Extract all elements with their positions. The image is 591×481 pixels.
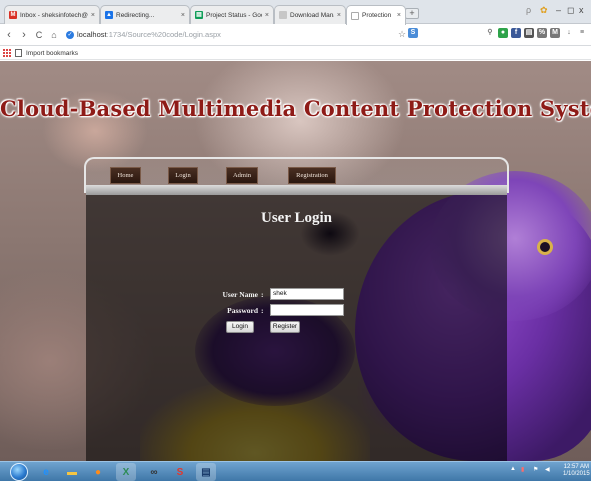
facebook-icon[interactable]: f: [511, 28, 521, 38]
menu-admin[interactable]: Admin: [226, 167, 258, 184]
tray-volume-icon[interactable]: ◀: [545, 466, 550, 473]
nav-bar: [86, 185, 507, 195]
bookmarks-bar: Import bookmarks: [0, 47, 591, 60]
import-bookmarks-link[interactable]: Import bookmarks: [26, 50, 78, 57]
clock-time: 12:57 AM: [563, 464, 590, 470]
forward-icon[interactable]: ›: [18, 29, 30, 41]
apps-icon[interactable]: [3, 49, 11, 57]
url-host: localhost: [77, 30, 107, 39]
tray-flag-icon[interactable]: ⚑: [533, 466, 538, 473]
home-icon[interactable]: ⌂: [48, 30, 60, 40]
app-infinity-icon[interactable]: ∞: [144, 463, 164, 481]
taskbar: e ▬ ● X ∞ S ▤ ▲ ▮ ⚑ ◀ 12:57 AM 1/10/2015: [0, 461, 591, 481]
menu-registration[interactable]: Registration: [288, 167, 336, 184]
tab-redirecting[interactable]: ▲ Redirecting... ×: [100, 5, 190, 24]
tab-title: Inbox - sheksinfotech@: [20, 11, 88, 19]
password-label: Password: [227, 306, 258, 315]
tab-gmail[interactable]: M Inbox - sheksinfotech@ ×: [4, 5, 100, 24]
username-label: User Name: [222, 290, 258, 299]
close-window-icon[interactable]: x: [579, 5, 584, 15]
minimize-icon[interactable]: –: [556, 5, 561, 15]
app-swirl-icon[interactable]: S: [170, 463, 190, 481]
reload-icon[interactable]: C: [33, 30, 45, 40]
tab-project-status[interactable]: ▤ Project Status - Google Sh ×: [190, 5, 274, 24]
login-button[interactable]: Login: [226, 321, 254, 333]
background-fish-eye: [537, 239, 553, 255]
password-colon: :: [261, 306, 264, 315]
bookmark-page-icon: [15, 49, 22, 57]
username-colon: :: [261, 290, 264, 299]
profile-icon[interactable]: ρ: [526, 5, 531, 15]
download-icon: [279, 11, 287, 19]
gmail-icon: M: [9, 11, 17, 19]
close-icon[interactable]: ×: [397, 12, 401, 19]
drive-icon: ▲: [105, 11, 113, 19]
tab-title: Protection: [362, 12, 392, 19]
secure-icon: ✓: [66, 30, 74, 39]
web-page: Cloud-Based Multimedia Content Protectio…: [0, 61, 591, 461]
new-tab-button[interactable]: +: [405, 8, 419, 19]
tab-download-manager[interactable]: Download Manager ×: [274, 5, 346, 24]
excel-icon[interactable]: X: [116, 463, 136, 481]
extension-green-icon[interactable]: ●: [498, 28, 508, 38]
url-field[interactable]: localhost:1734/Source%20code/Login.aspx: [77, 30, 221, 39]
close-icon[interactable]: ×: [265, 12, 269, 19]
extension-m-icon[interactable]: M: [550, 28, 560, 38]
browser-tab-strip: M Inbox - sheksinfotech@ × ▲ Redirecting…: [0, 0, 591, 25]
login-heading: User Login: [261, 210, 332, 226]
close-icon[interactable]: ×: [181, 12, 185, 19]
close-icon[interactable]: ×: [91, 12, 95, 19]
password-input[interactable]: [270, 304, 344, 316]
start-button[interactable]: [10, 463, 28, 481]
main-container: Home Login Admin Registration User Login…: [84, 157, 509, 461]
extension-dark-icon[interactable]: ▤: [524, 28, 534, 38]
tab-title: Redirecting...: [116, 11, 155, 19]
menu-icon[interactable]: ≡: [577, 28, 587, 38]
search-icon[interactable]: ⚲: [485, 28, 495, 38]
bookmark-star-icon[interactable]: ☆: [398, 29, 406, 40]
download-arrow-icon[interactable]: ↓: [564, 28, 574, 38]
page-icon: [351, 11, 359, 20]
tab-title: Download Manager: [290, 11, 334, 19]
internet-explorer-icon[interactable]: e: [36, 463, 56, 481]
app-window-icon[interactable]: ▤: [196, 463, 216, 481]
tray-chevron-icon[interactable]: ▲: [510, 466, 516, 472]
username-input[interactable]: shek: [270, 288, 344, 300]
menu-home[interactable]: Home: [110, 167, 141, 184]
folder-icon[interactable]: ▬: [62, 463, 82, 481]
tray-network-icon[interactable]: ▮: [521, 466, 524, 473]
maximize-icon[interactable]: ◻: [567, 5, 574, 16]
sheets-icon: ▤: [195, 11, 203, 19]
clock-date: 1/10/2015: [563, 471, 590, 477]
tab-protection[interactable]: Protection ×: [346, 5, 406, 25]
register-button[interactable]: Register: [270, 321, 300, 333]
tab-title: Project Status - Google Sh: [206, 11, 262, 19]
url-path: :1734/Source%20code/Login.aspx: [106, 30, 221, 39]
extension-s-icon[interactable]: S: [408, 28, 418, 38]
menu-login[interactable]: Login: [168, 167, 198, 184]
back-icon[interactable]: ‹: [3, 29, 15, 41]
close-icon[interactable]: ×: [337, 12, 341, 19]
extension-icon[interactable]: ✿: [540, 5, 548, 16]
system-clock[interactable]: 12:57 AM 1/10/2015: [563, 464, 590, 478]
extension-grey-icon[interactable]: %: [537, 28, 547, 38]
media-player-icon[interactable]: ●: [88, 463, 108, 481]
site-title: Cloud-Based Multimedia Content Protectio…: [0, 96, 591, 121]
